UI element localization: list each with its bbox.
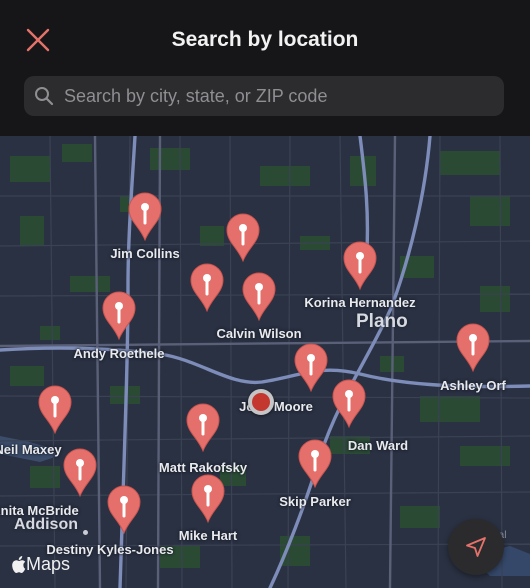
map-pin[interactable] xyxy=(190,473,226,524)
apple-maps-attribution: Maps xyxy=(12,554,70,575)
map-pin[interactable] xyxy=(331,378,367,429)
map-pin[interactable] xyxy=(127,191,163,242)
pin-label: Mike Hart xyxy=(178,528,238,543)
pin-label: Calvin Wilson xyxy=(216,326,302,341)
search-bar[interactable] xyxy=(24,76,504,116)
pin-label: Andy Roethele xyxy=(73,346,165,361)
pin-label: Skip Parker xyxy=(279,494,351,509)
header: Search by location xyxy=(0,0,530,136)
pin-label: Jim Collins xyxy=(110,246,180,261)
map-pin[interactable] xyxy=(185,402,221,453)
map-pin[interactable] xyxy=(297,438,333,489)
location-arrow-icon xyxy=(466,537,486,557)
current-location-marker[interactable] xyxy=(248,389,274,415)
search-icon xyxy=(24,76,64,116)
pin-label: Dan Ward xyxy=(347,438,409,453)
map-pin[interactable] xyxy=(106,484,142,535)
pin-label: Anita McBride xyxy=(0,503,79,518)
map-pin[interactable] xyxy=(225,212,261,263)
page-title: Search by location xyxy=(171,28,359,51)
pin-label: Korina Hernandez xyxy=(304,295,416,310)
map-view[interactable]: Plano Addison Jim Collins Korina Hernand… xyxy=(0,136,530,588)
pin-label: Ashley Orf xyxy=(440,378,506,393)
pin-label: Neil Maxey xyxy=(0,442,62,457)
map-pin[interactable] xyxy=(241,271,277,322)
current-location-dot xyxy=(252,393,270,411)
city-label-plano: Plano xyxy=(356,311,408,332)
maps-text: Maps xyxy=(26,554,71,574)
search-input[interactable] xyxy=(64,77,504,115)
map-pin[interactable] xyxy=(293,342,329,393)
city-label-addison: Addison xyxy=(14,516,78,533)
map-pin[interactable] xyxy=(455,322,491,373)
map-base xyxy=(0,136,530,588)
map-pin[interactable] xyxy=(37,384,73,435)
map-pin[interactable] xyxy=(101,290,137,341)
apple-logo-icon xyxy=(12,556,26,573)
current-location-button[interactable] xyxy=(448,519,504,575)
map-pin[interactable] xyxy=(342,240,378,291)
map-pin[interactable] xyxy=(62,447,98,498)
addison-marker xyxy=(83,530,88,535)
map-pin[interactable] xyxy=(189,262,225,313)
